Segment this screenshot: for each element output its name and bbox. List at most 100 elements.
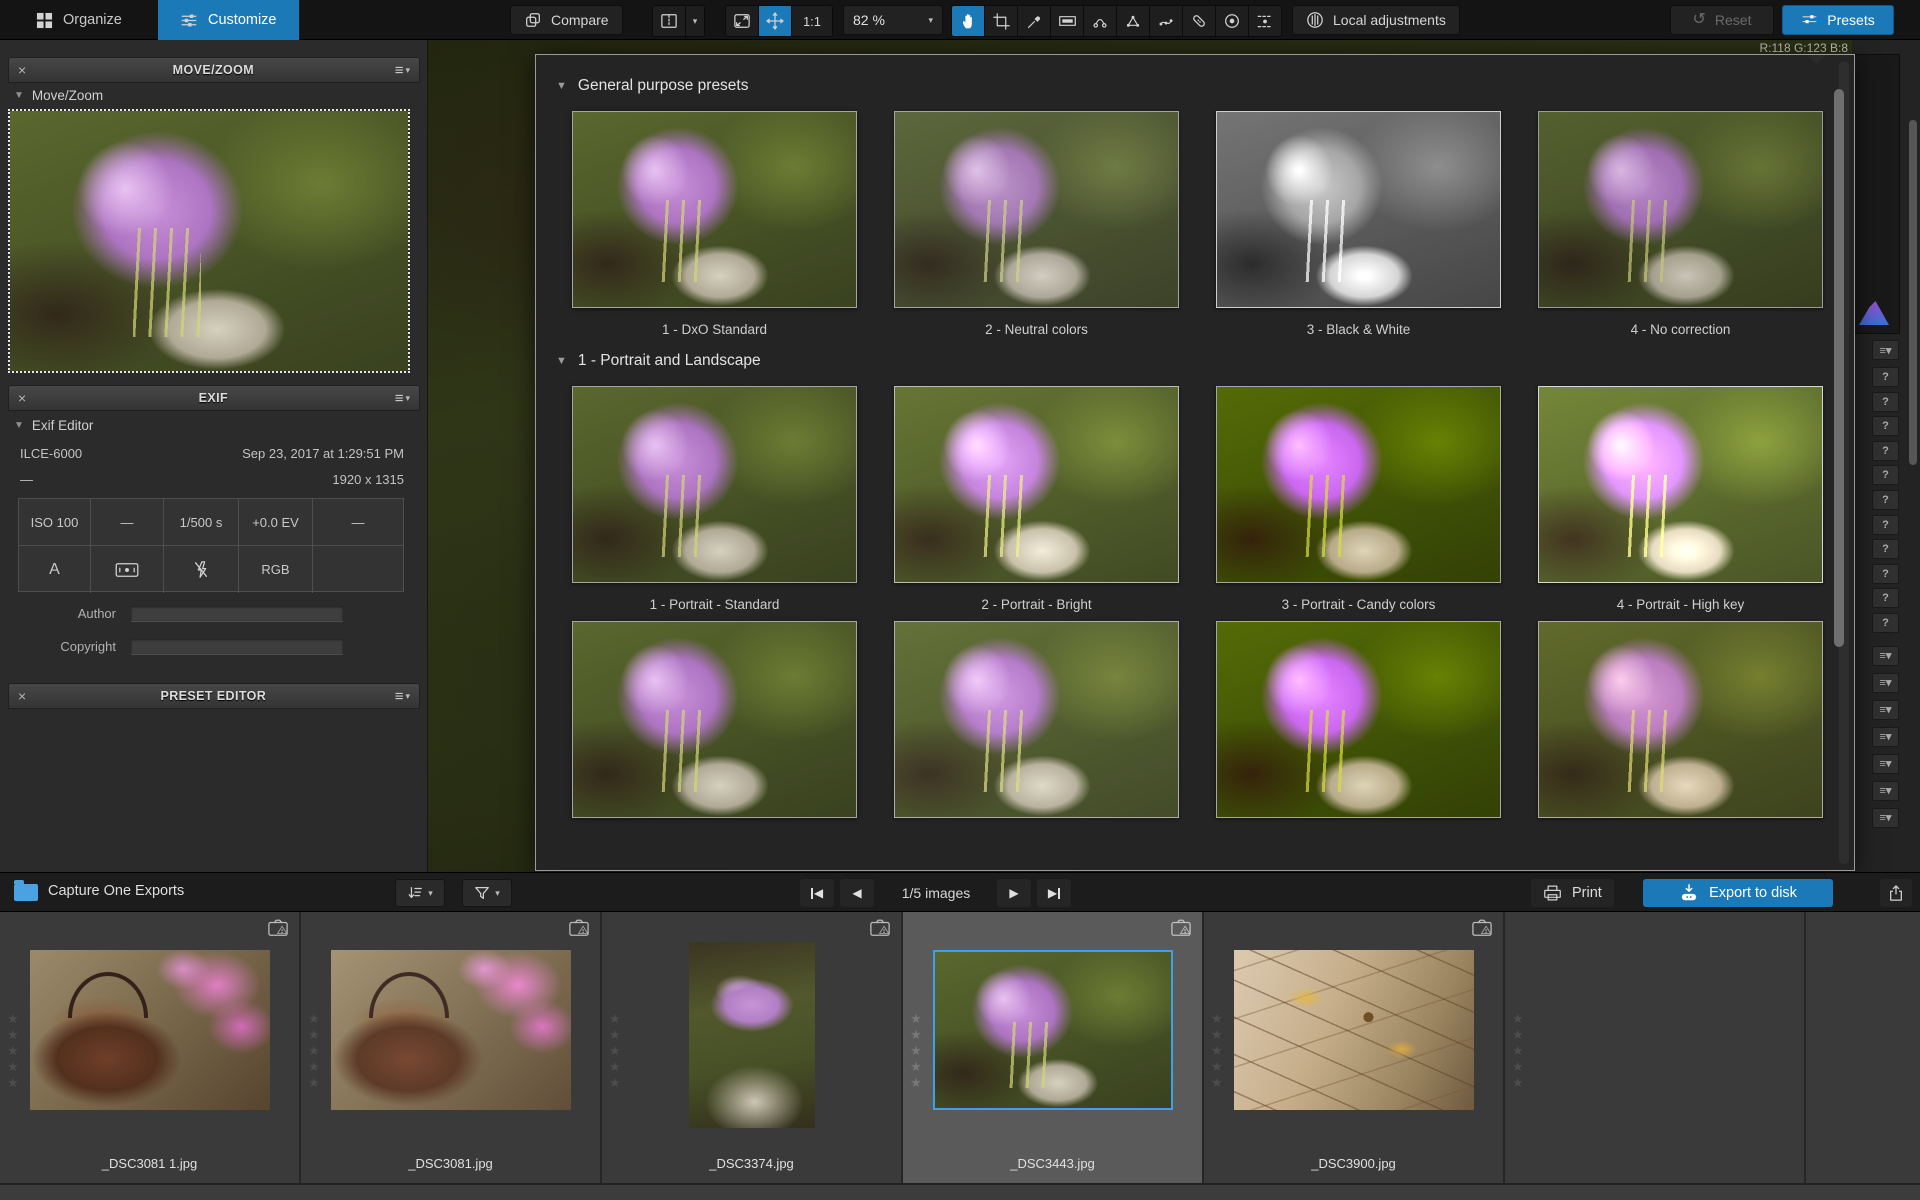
panel-menu-icon[interactable]: ≡▾ bbox=[1872, 727, 1899, 747]
polygon-points-tool[interactable] bbox=[1117, 6, 1149, 36]
preset-item[interactable]: 1 - Portrait - Standard bbox=[572, 386, 857, 615]
star-rating[interactable]: ★ ★ ★ ★ ★ bbox=[910, 1012, 922, 1089]
hand-tool[interactable] bbox=[952, 6, 984, 36]
filmstrip-item[interactable]: ★★★★★ _DSC3081.jpg bbox=[301, 912, 602, 1183]
preset-section-header[interactable]: ▼ 1 - Portrait and Landscape bbox=[556, 346, 1810, 376]
star-icon[interactable]: ★ bbox=[910, 1060, 922, 1073]
preset-section-header[interactable]: ▼ General purpose presets bbox=[556, 71, 1810, 101]
panel-menu-icon[interactable]: ≡▾ bbox=[1872, 781, 1899, 801]
split-preview-caret[interactable]: ▾ bbox=[686, 6, 704, 36]
eyedropper-tool[interactable] bbox=[1018, 6, 1050, 36]
panel-menu-icon[interactable]: ≡▾ bbox=[1872, 754, 1899, 774]
panel-menu-icon[interactable]: ≡▾ bbox=[1872, 646, 1899, 666]
star-icon[interactable]: ★ bbox=[910, 1028, 922, 1041]
share-button[interactable] bbox=[1880, 879, 1912, 907]
help-icon[interactable]: ? bbox=[1872, 539, 1899, 559]
help-icon[interactable]: ? bbox=[1872, 564, 1899, 584]
star-icon[interactable]: ★ bbox=[308, 1044, 320, 1057]
move-zoom-panel-header[interactable]: × MOVE/ZOOM ≡ ▾ bbox=[8, 57, 420, 83]
star-icon[interactable]: ★ bbox=[7, 1060, 19, 1073]
star-rating[interactable]: ★★★★★ bbox=[1512, 1012, 1524, 1089]
tab-customize[interactable]: Customize bbox=[158, 0, 299, 40]
tab-organize[interactable]: Organize bbox=[14, 0, 144, 40]
move-zoom-expander[interactable]: ▼ Move/Zoom bbox=[14, 88, 103, 103]
one-to-one-tool[interactable]: 1:1 bbox=[792, 6, 832, 36]
star-icon[interactable]: ★ bbox=[308, 1012, 320, 1025]
star-icon[interactable]: ★ bbox=[609, 1060, 621, 1073]
export-to-disk-button[interactable]: Export to disk bbox=[1643, 879, 1833, 907]
filmstrip-item[interactable]: ★★★★★ _DSC3374.jpg bbox=[602, 912, 903, 1183]
help-icon[interactable]: ? bbox=[1872, 613, 1899, 633]
close-icon[interactable]: × bbox=[18, 689, 32, 703]
help-icon[interactable]: ? bbox=[1872, 515, 1899, 535]
star-icon[interactable]: ★ bbox=[7, 1044, 19, 1057]
panel-menu-icon[interactable]: ≡ ▾ bbox=[395, 63, 410, 78]
copyright-field[interactable] bbox=[130, 638, 344, 655]
star-icon[interactable]: ★ bbox=[7, 1012, 19, 1025]
star-icon[interactable]: ★ bbox=[910, 1044, 922, 1057]
preset-item[interactable] bbox=[572, 621, 857, 818]
presets-scrollbar-track[interactable] bbox=[1839, 61, 1849, 864]
star-icon[interactable]: ★ bbox=[308, 1060, 320, 1073]
horizon-tool[interactable] bbox=[1051, 6, 1083, 36]
help-icon[interactable]: ? bbox=[1872, 441, 1899, 461]
star-rating[interactable]: ★★★★★ bbox=[609, 1012, 621, 1089]
help-icon[interactable]: ? bbox=[1872, 367, 1899, 387]
panel-menu-icon[interactable]: ≡▾ bbox=[1872, 808, 1899, 828]
move-tool[interactable] bbox=[759, 6, 791, 36]
preset-item[interactable]: 3 - Black & White bbox=[1216, 111, 1501, 340]
author-field[interactable] bbox=[130, 605, 344, 622]
star-icon[interactable]: ★ bbox=[1512, 1028, 1524, 1041]
zoom-level-select[interactable]: 82 % ▾ bbox=[843, 5, 943, 35]
exif-panel-header[interactable]: × EXIF ≡ ▾ bbox=[8, 385, 420, 411]
star-icon[interactable]: ★ bbox=[609, 1044, 621, 1057]
navigator-preview[interactable] bbox=[10, 111, 408, 371]
preset-item[interactable]: 2 - Neutral colors bbox=[894, 111, 1179, 340]
star-icon[interactable]: ★ bbox=[1211, 1076, 1223, 1089]
star-icon[interactable]: ★ bbox=[308, 1076, 320, 1089]
star-icon[interactable]: ★ bbox=[910, 1076, 922, 1089]
panel-menu-icon[interactable]: ≡▾ bbox=[1872, 340, 1899, 360]
star-icon[interactable]: ★ bbox=[1512, 1012, 1524, 1025]
panel-menu-icon[interactable]: ≡▾ bbox=[1872, 673, 1899, 693]
preset-item[interactable]: 3 - Portrait - Candy colors bbox=[1216, 386, 1501, 615]
first-image-button[interactable]: ◀ bbox=[800, 879, 834, 907]
help-icon[interactable]: ? bbox=[1872, 416, 1899, 436]
help-icon[interactable]: ? bbox=[1872, 588, 1899, 608]
preset-item[interactable]: 2 - Portrait - Bright bbox=[894, 386, 1179, 615]
star-rating[interactable]: ★★★★★ bbox=[7, 1012, 19, 1089]
preset-item[interactable]: 4 - No correction bbox=[1538, 111, 1823, 340]
star-icon[interactable]: ★ bbox=[609, 1012, 621, 1025]
presets-button[interactable]: Presets bbox=[1782, 5, 1894, 35]
preset-item[interactable] bbox=[894, 621, 1179, 818]
star-icon[interactable]: ★ bbox=[1211, 1044, 1223, 1057]
local-adjustments-button[interactable]: Local adjustments bbox=[1292, 5, 1460, 35]
star-icon[interactable]: ★ bbox=[1211, 1028, 1223, 1041]
preset-item[interactable]: 4 - Portrait - High key bbox=[1538, 386, 1823, 615]
close-icon[interactable]: × bbox=[18, 391, 32, 405]
star-icon[interactable]: ★ bbox=[308, 1028, 320, 1041]
crop-tool[interactable] bbox=[985, 6, 1017, 36]
print-button[interactable]: Print bbox=[1531, 879, 1614, 907]
preset-item[interactable] bbox=[1216, 621, 1501, 818]
sort-button[interactable]: ▾ bbox=[395, 879, 445, 907]
star-icon[interactable]: ★ bbox=[1512, 1044, 1524, 1057]
panel-menu-icon[interactable]: ≡ ▾ bbox=[395, 689, 410, 704]
help-icon[interactable]: ? bbox=[1872, 465, 1899, 485]
presets-scrollbar-thumb[interactable] bbox=[1834, 89, 1844, 647]
split-preview-tool[interactable] bbox=[653, 6, 685, 36]
star-icon[interactable]: ★ bbox=[910, 1012, 922, 1025]
compare-button[interactable]: Compare bbox=[510, 5, 623, 35]
freehand-points-tool[interactable] bbox=[1150, 6, 1182, 36]
previous-image-button[interactable]: ◀ bbox=[840, 879, 874, 907]
preset-editor-panel-header[interactable]: × PRESET EDITOR ≡ ▾ bbox=[8, 683, 420, 709]
last-image-button[interactable]: ▶ bbox=[1037, 879, 1071, 907]
chain-points-tool[interactable] bbox=[1084, 6, 1116, 36]
star-rating[interactable]: ★ ★ ★ ★ ★ bbox=[308, 1012, 320, 1089]
preset-item[interactable]: 1 - DxO Standard bbox=[572, 111, 857, 340]
panel-menu-icon[interactable]: ≡ ▾ bbox=[395, 391, 410, 406]
help-icon[interactable]: ? bbox=[1872, 490, 1899, 510]
star-icon[interactable]: ★ bbox=[1512, 1060, 1524, 1073]
star-rating[interactable]: ★★★★★ bbox=[1211, 1012, 1223, 1089]
star-icon[interactable]: ★ bbox=[1211, 1060, 1223, 1073]
